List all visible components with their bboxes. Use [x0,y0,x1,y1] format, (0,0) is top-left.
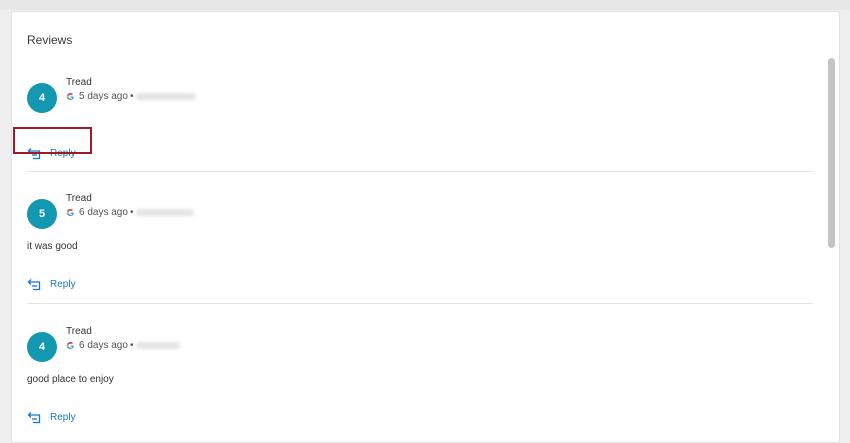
meta-separator: • [129,91,134,102]
reviewer-name: Tread [66,77,92,88]
redacted-author [136,209,195,216]
review-time: 6 days ago [79,340,128,351]
review-meta: 6 days ago • [66,207,195,218]
divider [27,303,813,304]
redacted-author [136,342,181,349]
reviewer-name: Tread [66,326,92,337]
reviewer-name: Tread [66,193,92,204]
reply-icon [27,412,41,424]
google-g-icon [66,341,74,349]
rating-avatar: 5 [27,199,57,229]
rating-avatar: 4 [27,83,57,113]
review-time: 5 days ago [79,91,128,102]
reply-highlight-box [13,127,92,154]
scrollbar[interactable] [828,58,836,438]
rating-avatar: 4 [27,332,57,362]
review-text: good place to enjoy [27,374,114,385]
google-g-icon [66,92,74,100]
scrollbar-thumb[interactable] [828,58,835,248]
google-g-icon [66,208,74,216]
reviews-panel: Reviews 4 Tread 5 days ago • Reply 5 Tre… [11,11,840,443]
reply-label: Reply [50,411,76,423]
reply-button[interactable]: Reply [27,410,76,424]
review-text: it was good [27,241,78,252]
meta-separator: • [129,207,134,218]
top-strip [0,0,850,10]
divider [27,171,813,172]
redacted-author [136,93,197,100]
panel-title: Reviews [27,33,73,47]
reply-icon [27,279,41,291]
reply-button[interactable]: Reply [27,277,76,291]
review-meta: 6 days ago • [66,340,181,351]
review-meta: 5 days ago • [66,91,197,102]
meta-separator: • [129,340,134,351]
review-time: 6 days ago [79,207,128,218]
reply-label: Reply [50,278,76,290]
